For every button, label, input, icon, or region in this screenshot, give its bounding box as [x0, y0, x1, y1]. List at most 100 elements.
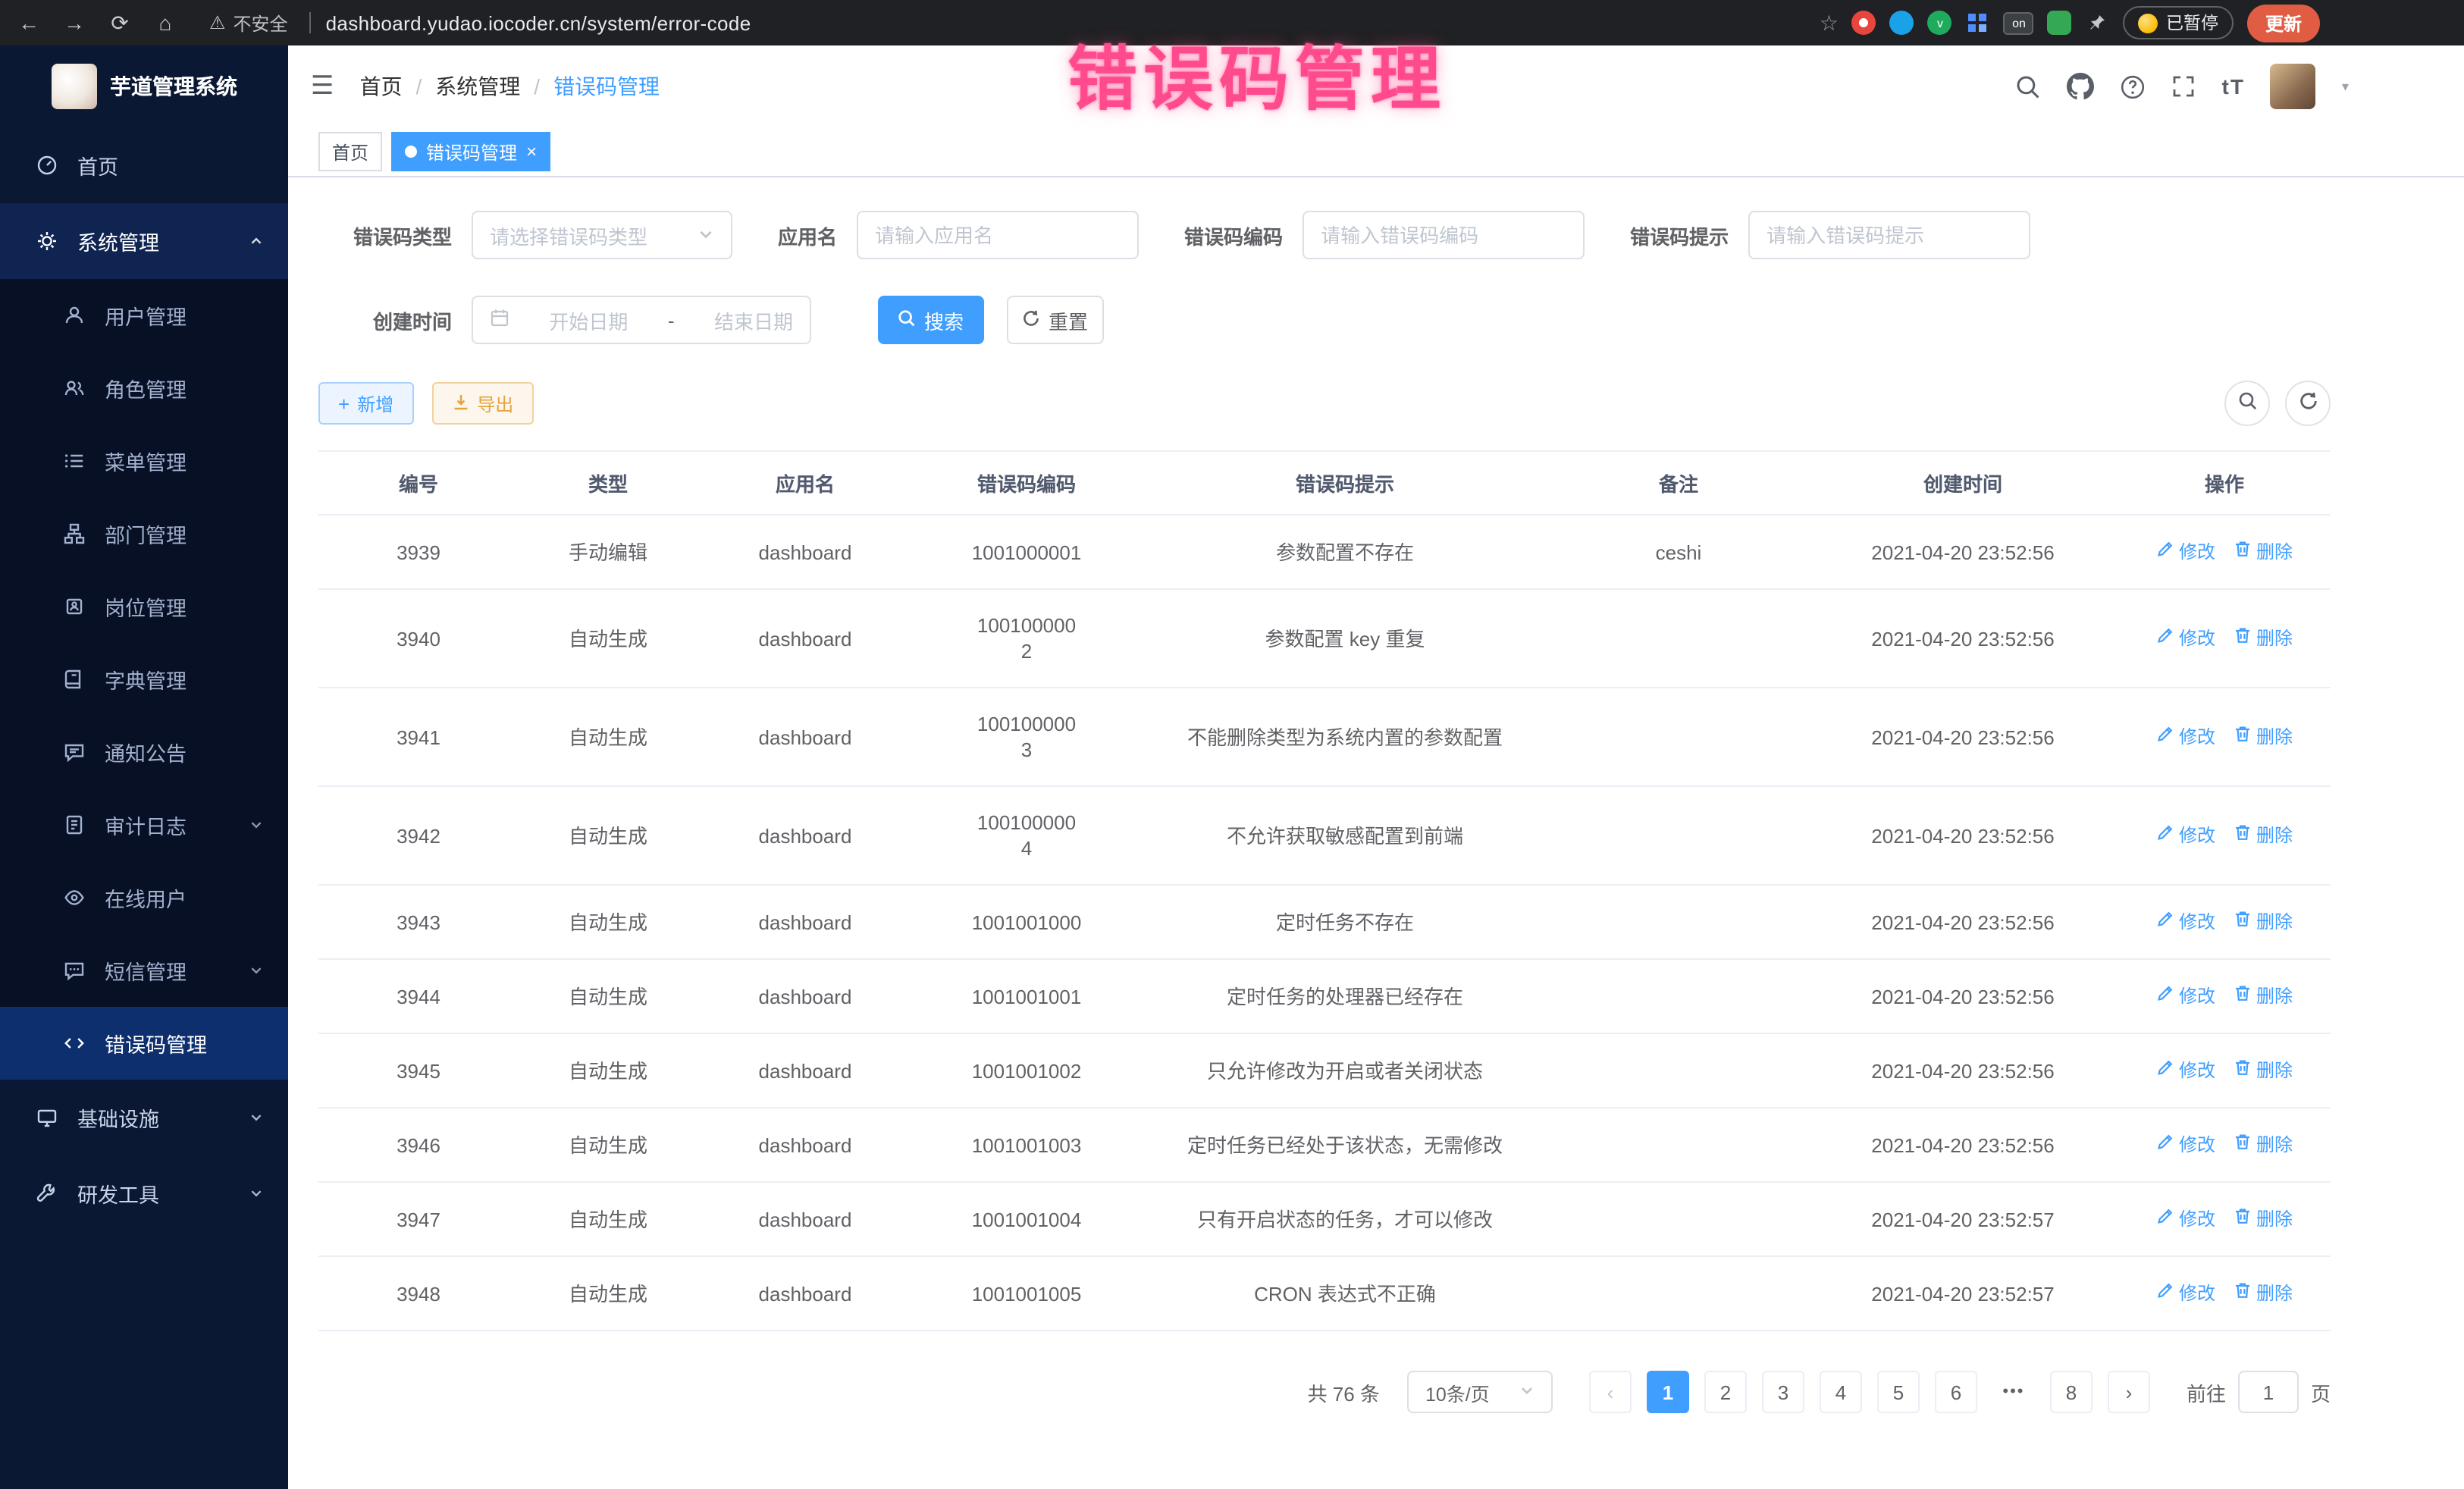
- edit-link[interactable]: 修改: [2156, 626, 2215, 652]
- address-url[interactable]: dashboard.yudao.iocoder.cn/system/error-…: [326, 11, 751, 34]
- edit-link[interactable]: 修改: [2156, 1058, 2215, 1084]
- pager-page-4[interactable]: 4: [1820, 1371, 1862, 1413]
- extension-icon-2[interactable]: [1890, 11, 1914, 35]
- plus-icon: +: [338, 393, 350, 413]
- edit-link[interactable]: 修改: [2156, 823, 2215, 849]
- delete-link[interactable]: 删除: [2234, 1281, 2293, 1307]
- extension-icon-1[interactable]: [1852, 11, 1876, 35]
- error-code-input[interactable]: [1303, 211, 1585, 259]
- goto-page-input[interactable]: [2238, 1371, 2299, 1413]
- delete-link[interactable]: 删除: [2234, 823, 2293, 849]
- error-hint-input[interactable]: [1748, 211, 2030, 259]
- delete-link[interactable]: 删除: [2234, 1207, 2293, 1233]
- cell-app: dashboard: [698, 1108, 913, 1182]
- pager-page-8[interactable]: 8: [2050, 1371, 2093, 1413]
- pager-page-5[interactable]: 5: [1877, 1371, 1920, 1413]
- pager-ellipsis[interactable]: •••: [1992, 1371, 2035, 1413]
- tab-home[interactable]: 首页: [318, 132, 382, 171]
- edit-link[interactable]: 修改: [2156, 910, 2215, 936]
- help-icon[interactable]: [2121, 74, 2146, 99]
- edit-link[interactable]: 修改: [2156, 984, 2215, 1010]
- edit-link[interactable]: 修改: [2156, 725, 2215, 751]
- chrome-update-button[interactable]: 更新: [2247, 4, 2320, 42]
- refresh-icon: [2298, 391, 2318, 415]
- pager-page-1[interactable]: 1: [1647, 1371, 1689, 1413]
- goto-suffix: 页: [2311, 1378, 2331, 1406]
- extension-icon-5[interactable]: [2048, 11, 2072, 35]
- error-type-select[interactable]: 请选择错误码类型: [472, 211, 732, 259]
- sidebar-item-dict[interactable]: 字典管理: [0, 643, 288, 716]
- prev-page-button[interactable]: ‹: [1589, 1371, 1632, 1413]
- edit-link[interactable]: 修改: [2156, 1207, 2215, 1233]
- pager-page-3[interactable]: 3: [1762, 1371, 1804, 1413]
- fullscreen-icon[interactable]: [2172, 74, 2196, 99]
- tab-error-code-manage[interactable]: 错误码管理×: [391, 132, 550, 171]
- chevron-down-icon[interactable]: ▾: [2342, 78, 2349, 95]
- sidebar-item-online-user[interactable]: 在线用户: [0, 861, 288, 934]
- extension-on-badge[interactable]: on: [2004, 11, 2034, 34]
- extension-icon-3[interactable]: v: [1928, 11, 1952, 35]
- reset-button[interactable]: 重置: [1007, 296, 1104, 344]
- delete-link[interactable]: 删除: [2234, 626, 2293, 652]
- github-icon[interactable]: [2067, 73, 2095, 100]
- refresh-table-button[interactable]: [2285, 381, 2331, 426]
- sidebar-item-log[interactable]: 审计日志: [0, 788, 288, 861]
- extensions-pin-icon[interactable]: [2086, 11, 2110, 35]
- toggle-search-button[interactable]: [2224, 381, 2270, 426]
- reload-icon[interactable]: ⟳: [103, 0, 136, 45]
- search-icon: [2237, 391, 2257, 415]
- avatar[interactable]: [2271, 64, 2316, 109]
- extension-icon-4[interactable]: [1966, 11, 1990, 35]
- delete-link[interactable]: 删除: [2234, 1133, 2293, 1158]
- logo[interactable]: 芋道管理系统: [0, 45, 288, 127]
- breadcrumb-item[interactable]: 系统管理: [435, 71, 520, 102]
- edit-link[interactable]: 修改: [2156, 1133, 2215, 1158]
- delete-link[interactable]: 删除: [2234, 910, 2293, 936]
- hamburger-icon[interactable]: ☰: [311, 71, 334, 102]
- sidebar-item-post[interactable]: 岗位管理: [0, 570, 288, 643]
- sidebar-item-gear[interactable]: 系统管理: [0, 203, 288, 279]
- next-page-button[interactable]: ›: [2108, 1371, 2150, 1413]
- breadcrumb-item[interactable]: 首页: [360, 71, 403, 102]
- sidebar-item-user[interactable]: 用户管理: [0, 279, 288, 352]
- sidebar-item-dept-tree[interactable]: 部门管理: [0, 497, 288, 570]
- trash-icon: [2234, 1281, 2252, 1307]
- sidebar-item-infra[interactable]: 基础设施: [0, 1080, 288, 1155]
- sidebar-item-menu-list[interactable]: 菜单管理: [0, 425, 288, 497]
- page-size-select[interactable]: 10条/页: [1407, 1371, 1553, 1413]
- export-button[interactable]: 导出: [431, 382, 533, 425]
- sidebar-item-notice[interactable]: 通知公告: [0, 716, 288, 788]
- app-name-input[interactable]: [857, 211, 1139, 259]
- delete-link[interactable]: 删除: [2234, 540, 2293, 566]
- edit-link[interactable]: 修改: [2156, 1281, 2215, 1307]
- forward-icon[interactable]: →: [58, 0, 91, 45]
- search-icon[interactable]: [2016, 74, 2042, 99]
- sidebar-item-role[interactable]: 角色管理: [0, 352, 288, 425]
- breadcrumb-item[interactable]: 错误码管理: [553, 71, 660, 102]
- back-icon[interactable]: ←: [12, 0, 45, 45]
- date-range-picker[interactable]: 开始日期 - 结束日期: [472, 296, 811, 344]
- edit-link[interactable]: 修改: [2156, 540, 2215, 566]
- column-header-type: 类型: [519, 451, 698, 515]
- delete-link[interactable]: 删除: [2234, 725, 2293, 751]
- media-paused-badge[interactable]: 已暂停: [2124, 6, 2234, 39]
- add-button[interactable]: + 新增: [318, 382, 413, 425]
- pager-page-6[interactable]: 6: [1935, 1371, 1977, 1413]
- sidebar-item-sms[interactable]: 短信管理: [0, 934, 288, 1007]
- delete-link-label: 删除: [2256, 910, 2293, 936]
- delete-link[interactable]: 删除: [2234, 1058, 2293, 1084]
- sidebar-item-error-code[interactable]: 错误码管理: [0, 1007, 288, 1080]
- sidebar-item-tools[interactable]: 研发工具: [0, 1155, 288, 1231]
- close-icon[interactable]: ×: [526, 143, 537, 161]
- page-content: 错误码类型 请选择错误码类型 应用名 错误码编码: [288, 177, 2464, 1489]
- security-indicator[interactable]: ⚠ 不安全: [209, 10, 288, 36]
- sidebar-item-home[interactable]: 首页: [0, 127, 288, 203]
- bookmark-star-icon[interactable]: ☆: [1820, 10, 1839, 36]
- delete-link[interactable]: 删除: [2234, 984, 2293, 1010]
- browser-home-icon[interactable]: ⌂: [149, 0, 182, 45]
- filter-row-2: 创建时间 开始日期 - 结束日期 搜索: [318, 296, 2331, 344]
- pager-page-2[interactable]: 2: [1704, 1371, 1747, 1413]
- search-button[interactable]: 搜索: [878, 296, 984, 344]
- font-size-icon[interactable]: tT: [2222, 74, 2245, 99]
- error-code-label: 错误码编码: [1184, 221, 1283, 249]
